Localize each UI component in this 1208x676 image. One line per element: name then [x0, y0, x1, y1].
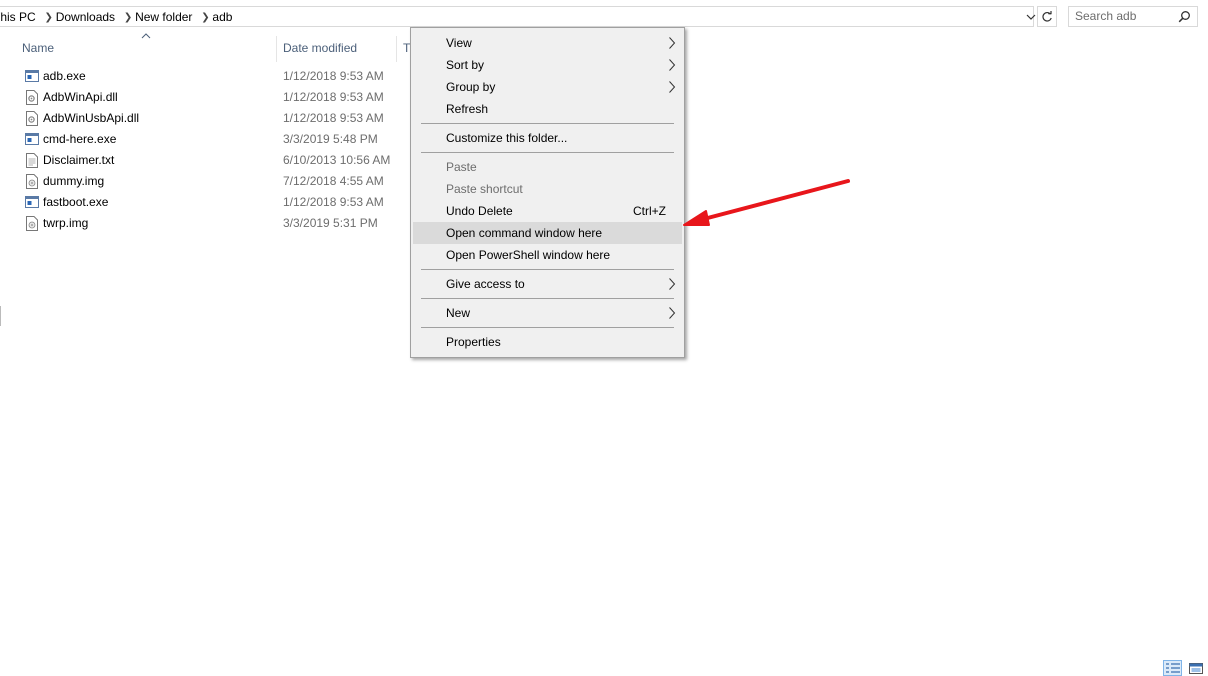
column-header-date-modified[interactable]: Date modified	[283, 40, 357, 62]
txt-icon	[26, 153, 38, 168]
breadcrumb: This PC ❯ Downloads ❯ New folder ❯ adb	[0, 10, 238, 24]
menu-item-paste-shortcut: Paste shortcut	[413, 178, 682, 200]
context-menu: View Sort by Group by Refresh Customize …	[410, 27, 685, 358]
file-name: adb.exe	[43, 69, 86, 83]
menu-item-give-access-to[interactable]: Give access to	[413, 273, 682, 295]
details-view-icon	[1165, 663, 1180, 673]
chevron-right-icon	[669, 307, 676, 319]
file-row[interactable]: twrp.img 3/3/2019 5:31 PM	[20, 213, 420, 234]
file-name: dummy.img	[43, 174, 105, 188]
file-name: Disclaimer.txt	[43, 153, 115, 167]
breadcrumb-chevron-icon[interactable]: ❯	[198, 12, 212, 23]
menu-item-label: Sort by	[446, 58, 485, 72]
menu-item-label: Paste shortcut	[446, 182, 523, 196]
menu-item-label: Open PowerShell window here	[446, 248, 611, 262]
breadcrumb-new-folder[interactable]: New folder	[135, 10, 198, 24]
exe-icon	[25, 196, 39, 208]
menu-item-paste: Paste	[413, 156, 682, 178]
file-name: fastboot.exe	[43, 195, 109, 209]
window-edge	[0, 306, 1, 326]
menu-item-label: Give access to	[446, 277, 525, 291]
file-date: 1/12/2018 9:53 AM	[283, 69, 384, 83]
file-row[interactable]: fastboot.exe 1/12/2018 9:53 AM	[20, 192, 420, 213]
file-date: 7/12/2018 4:55 AM	[283, 174, 384, 188]
menu-item-open-powershell-window[interactable]: Open PowerShell window here	[413, 244, 682, 266]
breadcrumb-adb[interactable]: adb	[212, 10, 238, 24]
breadcrumb-chevron-icon[interactable]: ❯	[121, 12, 135, 23]
search-icon[interactable]	[1178, 10, 1191, 23]
menu-item-group-by[interactable]: Group by	[413, 76, 682, 98]
menu-item-new[interactable]: New	[413, 302, 682, 324]
menu-separator	[421, 327, 674, 328]
menu-item-label: Group by	[446, 80, 496, 94]
img-icon	[26, 174, 38, 189]
chevron-right-icon	[669, 59, 676, 71]
menu-separator	[421, 269, 674, 270]
large-icons-view-button[interactable]	[1186, 660, 1205, 676]
file-name: AdbWinUsbApi.dll	[43, 111, 140, 125]
exe-icon	[25, 133, 39, 145]
breadcrumb-downloads[interactable]: Downloads	[56, 10, 121, 24]
menu-item-properties[interactable]: Properties	[413, 331, 682, 353]
menu-item-view[interactable]: View	[413, 32, 682, 54]
refresh-icon	[1042, 10, 1052, 22]
menu-item-label: Refresh	[446, 102, 489, 116]
sort-ascending-icon	[141, 33, 151, 39]
menu-separator	[421, 123, 674, 124]
file-date: 3/3/2019 5:31 PM	[283, 216, 378, 230]
search-input[interactable]	[1075, 9, 1175, 23]
menu-item-shortcut: Ctrl+Z	[633, 204, 666, 218]
file-row[interactable]: Disclaimer.txt 6/10/2013 10:56 AM	[20, 150, 420, 171]
address-dropdown-icon[interactable]	[1024, 8, 1038, 26]
chevron-right-icon	[669, 278, 676, 290]
file-row[interactable]: dummy.img 7/12/2018 4:55 AM	[20, 171, 420, 192]
file-date: 1/12/2018 9:53 AM	[283, 111, 384, 125]
file-date: 1/12/2018 9:53 AM	[283, 90, 384, 104]
file-row[interactable]: AdbWinApi.dll 1/12/2018 9:53 AM	[20, 87, 420, 108]
column-divider[interactable]	[276, 36, 277, 62]
column-divider[interactable]	[396, 36, 397, 62]
menu-item-label: Paste	[446, 160, 477, 174]
menu-item-customize-folder[interactable]: Customize this folder...	[413, 127, 682, 149]
file-row[interactable]: cmd-here.exe 3/3/2019 5:48 PM	[20, 129, 420, 150]
menu-item-sort-by[interactable]: Sort by	[413, 54, 682, 76]
breadcrumb-chevron-icon[interactable]: ❯	[42, 12, 56, 23]
menu-item-label: Open command window here	[446, 226, 603, 240]
menu-item-open-command-window[interactable]: Open command window here	[413, 222, 682, 244]
chevron-right-icon	[669, 81, 676, 93]
menu-item-undo-delete[interactable]: Undo Delete Ctrl+Z	[413, 200, 682, 222]
large-icons-view-icon	[1188, 662, 1203, 674]
menu-item-refresh[interactable]: Refresh	[413, 98, 682, 120]
menu-item-label: Customize this folder...	[446, 131, 568, 145]
file-name: AdbWinApi.dll	[43, 90, 118, 104]
menu-item-label: View	[446, 36, 472, 50]
file-name: cmd-here.exe	[43, 132, 117, 146]
file-date: 1/12/2018 9:53 AM	[283, 195, 384, 209]
file-name: twrp.img	[43, 216, 89, 230]
menu-separator	[421, 298, 674, 299]
view-mode-buttons	[1163, 660, 1205, 676]
column-header-name[interactable]: Name	[22, 40, 54, 62]
menu-item-label: Properties	[446, 335, 501, 349]
dll-icon	[26, 111, 38, 126]
exe-icon	[25, 70, 39, 82]
file-row[interactable]: adb.exe 1/12/2018 9:53 AM	[20, 66, 420, 87]
file-date: 3/3/2019 5:48 PM	[283, 132, 378, 146]
breadcrumb-this-pc[interactable]: This PC	[0, 10, 42, 24]
menu-item-label: New	[446, 306, 471, 320]
refresh-button[interactable]	[1037, 6, 1057, 27]
search-box[interactable]	[1068, 6, 1198, 27]
menu-item-label: Undo Delete	[446, 204, 513, 218]
dll-icon	[26, 90, 38, 105]
chevron-right-icon	[669, 37, 676, 49]
file-row[interactable]: AdbWinUsbApi.dll 1/12/2018 9:53 AM	[20, 108, 420, 129]
address-bar[interactable]: This PC ❯ Downloads ❯ New folder ❯ adb	[0, 6, 1034, 27]
img-icon	[26, 216, 38, 231]
menu-separator	[421, 152, 674, 153]
details-view-button[interactable]	[1163, 660, 1182, 676]
file-date: 6/10/2013 10:56 AM	[283, 153, 391, 167]
